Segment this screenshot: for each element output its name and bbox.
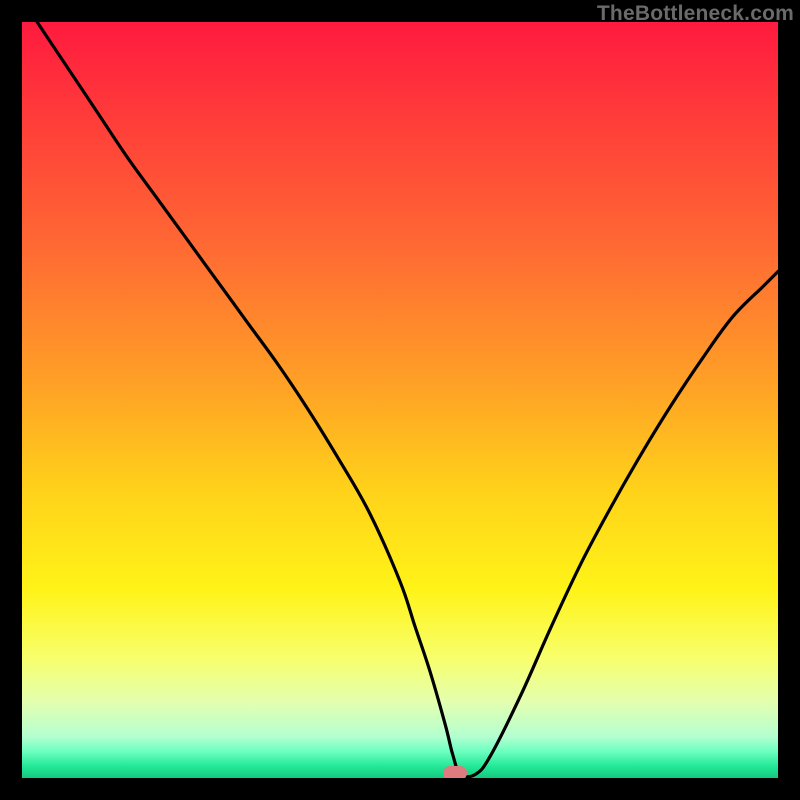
bottleneck-curve (22, 22, 778, 778)
plot-area (22, 22, 778, 778)
attribution-text: TheBottleneck.com (597, 2, 794, 26)
optimum-marker (443, 766, 467, 778)
chart-frame: TheBottleneck.com (0, 0, 800, 800)
